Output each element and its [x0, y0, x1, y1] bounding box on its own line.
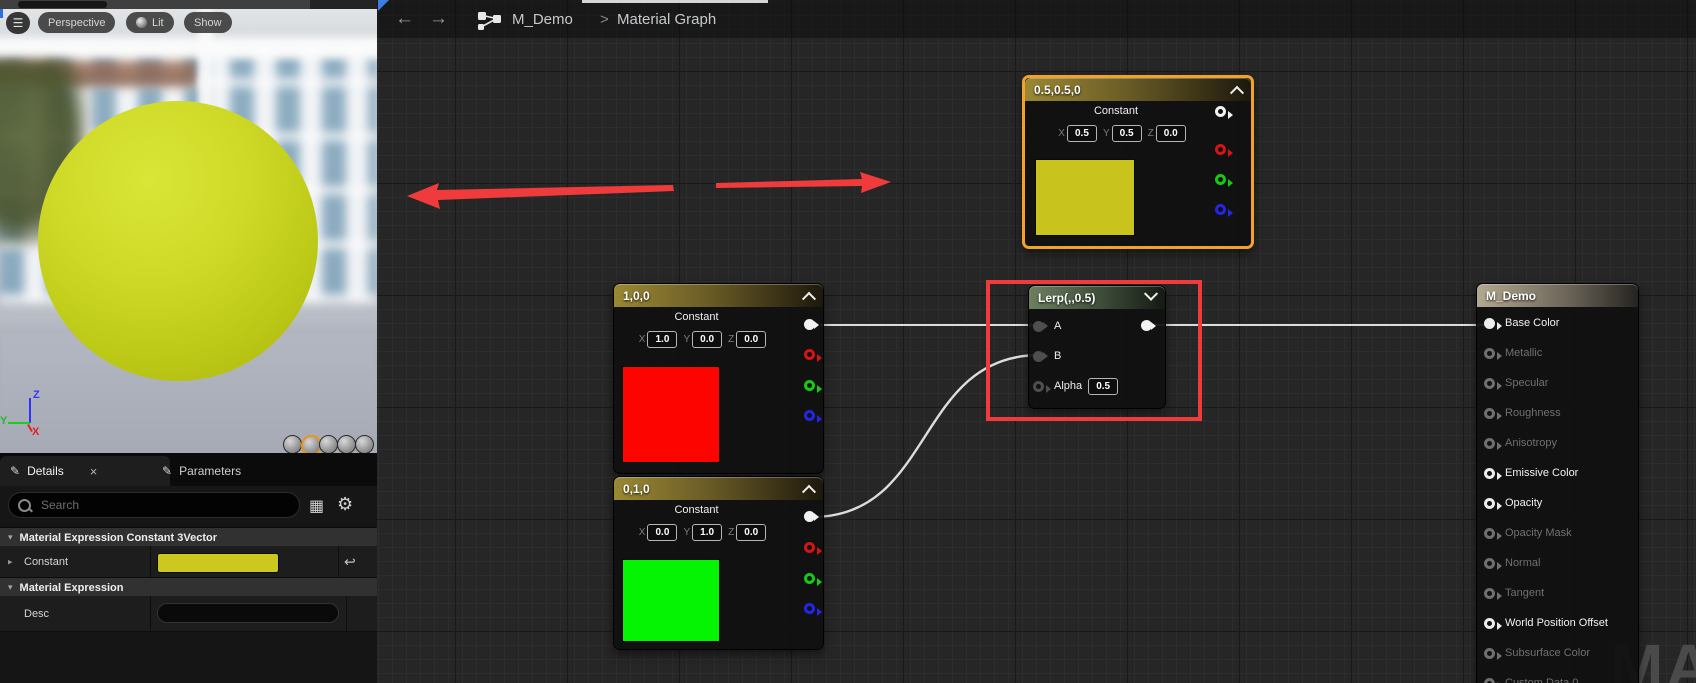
building-roofline [0, 37, 377, 59]
details-tab-label: Details [27, 464, 64, 478]
primitive-teapot-button[interactable] [355, 435, 374, 453]
breadcrumb-page: Material Graph [617, 11, 716, 28]
window-top-strip [0, 0, 377, 9]
material-editor-window: MAT ← → M_Demo > Material Graph 0.5,0.5,… [0, 0, 1696, 683]
property-label: Desc [24, 608, 49, 620]
breadcrumb-asset[interactable]: M_Demo [512, 11, 573, 28]
search-box[interactable] [8, 492, 300, 518]
desc-input[interactable] [157, 603, 339, 623]
details-panel: ✎ Details × ✎ Parameters ▦ ⚙ ▾ [0, 453, 377, 683]
section-header-material-expression[interactable]: ▾ Material Expression [0, 577, 377, 597]
toolbar-fragment-right [310, 0, 377, 9]
search-icon [18, 499, 31, 512]
annotation-arrow-right [716, 172, 891, 193]
preview-viewport[interactable]: ☰ Perspective Lit Show Z Y X [0, 9, 377, 453]
primitive-cube-button[interactable] [337, 435, 356, 453]
preview-sphere [38, 101, 318, 381]
property-label: Constant [24, 556, 68, 568]
section-header-constant3vector[interactable]: ▾ Material Expression Constant 3Vector [0, 527, 377, 547]
hamburger-icon: ☰ [13, 16, 24, 30]
z-axis-line [29, 398, 31, 423]
lit-icon [136, 17, 147, 28]
x-axis-label: X [32, 426, 39, 438]
parameters-tab-label: Parameters [179, 464, 241, 478]
expand-arrow-icon[interactable]: ▸ [8, 556, 13, 567]
breadcrumb-separator: > [600, 11, 609, 28]
property-row-desc: Desc [0, 596, 377, 632]
section-title: Material Expression [20, 582, 124, 594]
y-axis-label: Y [0, 415, 7, 427]
search-input[interactable] [39, 497, 263, 513]
show-button[interactable]: Show [184, 12, 232, 33]
details-tab-icon: ✎ [10, 464, 20, 478]
z-axis-label: Z [33, 389, 40, 401]
chevron-down-icon: ▾ [8, 532, 13, 543]
perspective-label: Perspective [48, 17, 105, 29]
tab-parameters[interactable]: ✎ Parameters [152, 456, 300, 486]
primitive-cylinder-button[interactable] [283, 435, 302, 453]
show-label: Show [194, 17, 222, 29]
viewport-menu-button[interactable]: ☰ [6, 12, 30, 34]
forward-button[interactable]: → [429, 8, 448, 30]
unsaved-asset-corner-icon [378, 0, 389, 11]
parameters-tab-icon: ✎ [162, 464, 172, 478]
gear-icon[interactable]: ⚙ [337, 494, 353, 515]
back-button[interactable]: ← [395, 8, 414, 30]
property-row-constant: ▸ Constant ↩ [0, 546, 377, 578]
annotation-arrow-left [407, 183, 674, 209]
active-tab-indicator [582, 0, 768, 3]
search-row: ▦ ⚙ [0, 486, 377, 525]
focus-accent [0, 9, 3, 18]
chevron-down-icon: ▾ [8, 582, 13, 593]
toolbar-fragment [18, 1, 107, 8]
perspective-button[interactable]: Perspective [38, 12, 115, 33]
tab-details[interactable]: ✎ Details × [0, 456, 170, 486]
y-axis-line [8, 422, 30, 424]
primitive-plane-button[interactable] [319, 435, 338, 453]
reset-to-default-icon[interactable]: ↩ [344, 553, 356, 570]
display-options-icon[interactable]: ▦ [309, 496, 324, 516]
details-tabbar: ✎ Details × ✎ Parameters [0, 453, 377, 486]
close-icon[interactable]: × [90, 464, 98, 479]
left-panel: ☰ Perspective Lit Show Z Y X [0, 0, 377, 683]
section-title: Material Expression Constant 3Vector [20, 532, 217, 544]
lit-mode-button[interactable]: Lit [126, 12, 174, 33]
constant-color-swatch[interactable] [157, 553, 279, 573]
graph-icon [478, 12, 501, 36]
lit-label: Lit [152, 17, 164, 29]
annotation-rectangle [988, 282, 1200, 419]
